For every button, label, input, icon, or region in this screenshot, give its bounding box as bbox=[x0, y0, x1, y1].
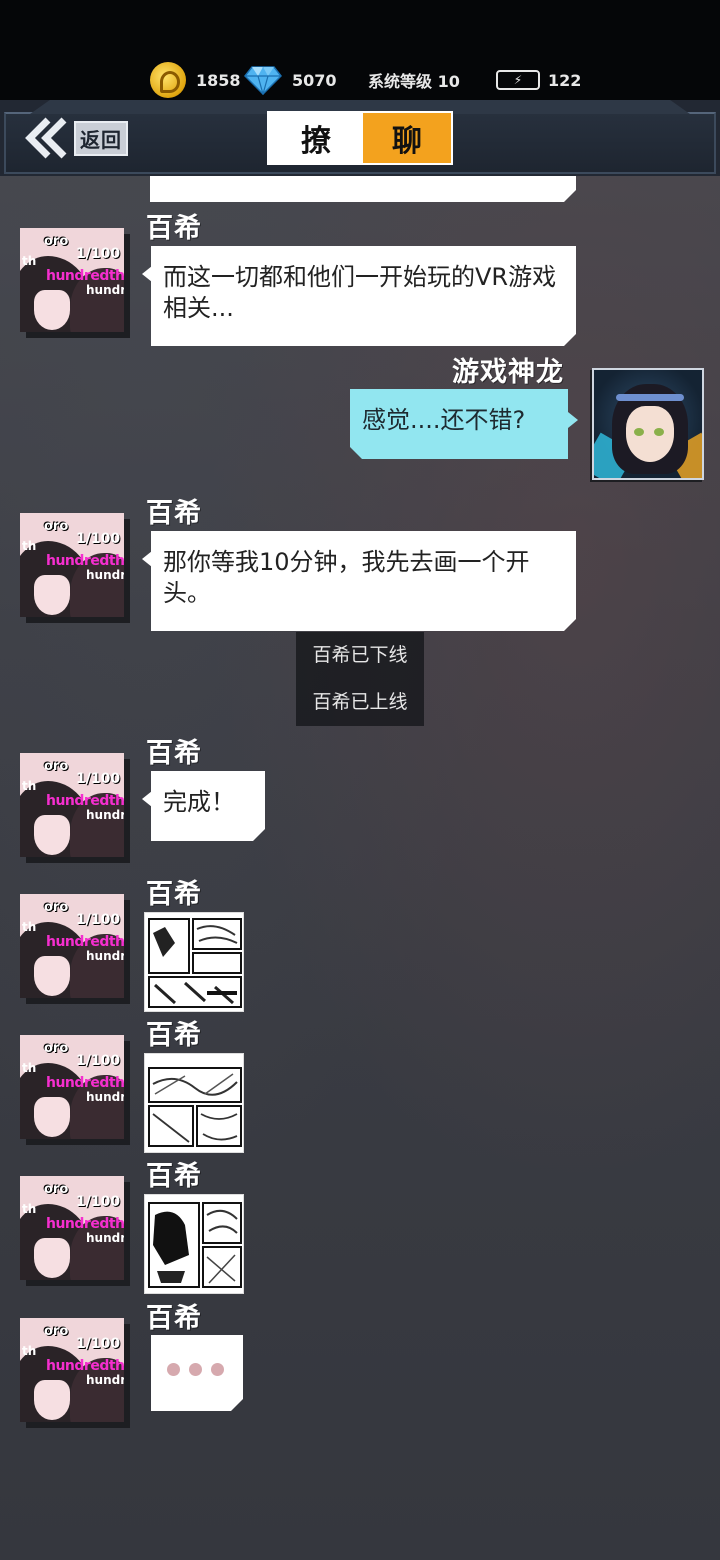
avatar-baixi[interactable]: oro 1/100 hundredth hundr th bbox=[20, 513, 124, 617]
sender-name: 百希 bbox=[146, 1303, 202, 1334]
message-bubble: 那你等我10分钟，我先去画一个开头。 bbox=[151, 531, 576, 631]
message-bubble: 而这一切都和他们一开始玩的VR游戏相关... bbox=[151, 246, 576, 346]
sender-name: 百希 bbox=[146, 879, 202, 910]
bubble-pointer bbox=[142, 551, 152, 567]
avatar-baixi[interactable]: oro 1/100 hundredth hundr th bbox=[20, 753, 124, 857]
energy-counter: ⚡ 122 bbox=[496, 62, 581, 98]
system-level-label: 系统等级 10 bbox=[368, 72, 460, 91]
diamond-icon bbox=[244, 66, 282, 95]
coin-counter: 1858 bbox=[150, 62, 241, 98]
typing-dot bbox=[189, 1363, 202, 1376]
gem-value: 5070 bbox=[292, 70, 337, 90]
manga-image-thumbnail[interactable] bbox=[144, 1053, 244, 1153]
system-notice: 百希已下线 bbox=[312, 644, 408, 666]
bubble-pointer bbox=[142, 266, 152, 282]
sender-name: 百希 bbox=[146, 1161, 202, 1192]
typing-dot bbox=[167, 1363, 180, 1376]
avatar-baixi[interactable]: oro 1/100 hundredth hundr th bbox=[20, 1035, 124, 1139]
manga-image-thumbnail[interactable] bbox=[144, 1194, 244, 1294]
avatar-baixi[interactable]: oro 1/100 hundredth hundr th bbox=[20, 894, 124, 998]
title-part-2: 聊 bbox=[363, 113, 451, 163]
double-chevron-left-icon bbox=[25, 117, 67, 159]
sender-name: 百希 bbox=[146, 1020, 202, 1051]
system-level: 系统等级 10 bbox=[368, 62, 460, 98]
avatar-baixi[interactable]: oro 1/100 hundredth hundr th bbox=[20, 1318, 124, 1422]
manga-image-thumbnail[interactable] bbox=[144, 912, 244, 1012]
sender-name: 百希 bbox=[146, 498, 202, 529]
message-bubble-self: 感觉....还不错? bbox=[350, 389, 568, 459]
sender-name: 百希 bbox=[146, 213, 202, 244]
coin-icon bbox=[150, 62, 186, 98]
avatar-baixi[interactable]: oro 1/100 hundredth hundr th bbox=[20, 1176, 124, 1280]
resource-bar: 1858 5070 系统等级 10 ⚡ 122 bbox=[0, 0, 720, 100]
message-bubble: 完成！ bbox=[151, 771, 265, 841]
avatar-baixi[interactable]: oro 1/100 hundredth hundr th bbox=[20, 228, 124, 332]
bubble-pointer bbox=[568, 412, 578, 428]
back-label: 返回 bbox=[74, 120, 128, 156]
system-notice-box: 百希已下线 百希已上线 bbox=[296, 632, 424, 726]
sender-name: 百希 bbox=[146, 738, 202, 769]
page-title: 撩 聊 bbox=[267, 111, 453, 165]
title-part-1: 撩 bbox=[269, 113, 363, 163]
energy-value: 122 bbox=[548, 70, 582, 90]
bubble-pointer bbox=[142, 791, 152, 807]
message-bubble-clipped bbox=[150, 176, 576, 202]
coin-value: 1858 bbox=[196, 70, 241, 90]
battery-icon: ⚡ bbox=[496, 70, 540, 90]
gem-counter: 5070 bbox=[244, 62, 337, 98]
avatar-self[interactable] bbox=[592, 368, 704, 480]
back-button[interactable]: 返回 bbox=[22, 116, 128, 160]
chat-list[interactable]: oro 1/100 hundredth hundr th 百希 而这一切都和他们一开… bbox=[0, 176, 720, 1560]
typing-indicator bbox=[151, 1335, 243, 1411]
typing-dot bbox=[211, 1363, 224, 1376]
sender-name-self: 游戏神龙 bbox=[452, 357, 564, 388]
system-notice: 百希已上线 bbox=[312, 691, 408, 713]
